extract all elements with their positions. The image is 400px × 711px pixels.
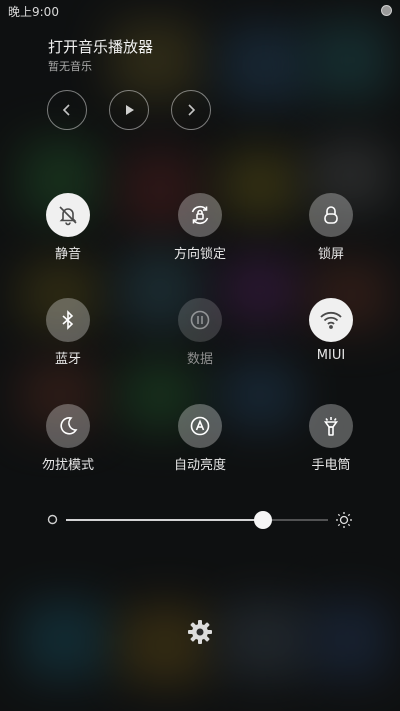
toggle-rotation-lock[interactable]: 方向锁定 <box>150 193 250 262</box>
mute-toggle-circle[interactable] <box>46 193 90 237</box>
mobile-data-icon <box>190 310 210 330</box>
bluetooth-label: 蓝牙 <box>54 352 81 367</box>
mobile-data-toggle-circle[interactable] <box>178 298 222 342</box>
play-button[interactable] <box>109 90 149 130</box>
do-not-disturb-label: 勿扰模式 <box>41 458 94 473</box>
next-button[interactable] <box>171 90 211 130</box>
auto-brightness-toggle-circle[interactable] <box>178 404 222 448</box>
bluetooth-icon <box>62 310 74 330</box>
wifi-toggle-circle[interactable] <box>309 298 353 342</box>
auto-brightness-label: 自动亮度 <box>173 458 226 473</box>
toggle-do-not-disturb[interactable]: 勿扰模式 <box>18 404 118 473</box>
bluetooth-toggle-circle[interactable] <box>46 298 90 342</box>
toggle-mobile-data[interactable]: 数据 <box>150 298 250 367</box>
status-time: 晚上9:00 <box>8 5 59 19</box>
status-bar: 晚上9:00 <box>0 0 400 22</box>
lock-screen-label: 锁屏 <box>317 247 344 262</box>
do-not-disturb-toggle-circle[interactable] <box>46 404 90 448</box>
brightness-slider-thumb[interactable] <box>254 511 272 529</box>
status-indicator-icon <box>381 5 392 16</box>
previous-icon <box>62 104 70 116</box>
rotation-lock-label: 方向锁定 <box>173 247 226 262</box>
toggle-wifi[interactable]: MIUI <box>281 298 381 363</box>
brightness-slider-fill <box>66 519 263 521</box>
mobile-data-label: 数据 <box>186 352 213 367</box>
rotation-lock-icon <box>191 205 209 225</box>
play-icon <box>126 105 134 115</box>
mute-label: 静音 <box>54 247 81 262</box>
toggle-flashlight[interactable]: 手电筒 <box>281 404 381 473</box>
toggle-bluetooth[interactable]: 蓝牙 <box>18 298 118 367</box>
rotation-lock-toggle-circle[interactable] <box>178 193 222 237</box>
auto-brightness-icon <box>190 416 210 436</box>
music-player-subtitle: 暂无音乐 <box>48 60 92 73</box>
lock-icon <box>324 206 338 224</box>
brightness-high-icon <box>336 512 352 528</box>
toggle-auto-brightness[interactable]: 自动亮度 <box>150 404 250 473</box>
moon-icon <box>60 417 78 435</box>
bell-off-icon <box>59 206 77 226</box>
next-icon <box>188 104 196 116</box>
toggle-mute[interactable]: 静音 <box>18 193 118 262</box>
lock-screen-toggle-circle[interactable] <box>309 193 353 237</box>
brightness-slider[interactable] <box>66 511 328 529</box>
flashlight-icon <box>323 417 339 436</box>
brightness-low-icon <box>47 514 58 525</box>
settings-gear-icon[interactable] <box>187 619 213 645</box>
previous-button[interactable] <box>47 90 87 130</box>
wifi-icon <box>320 311 342 329</box>
music-player-title[interactable]: 打开音乐播放器 <box>48 36 153 57</box>
wifi-label: MIUI <box>316 348 346 363</box>
toggle-lock-screen[interactable]: 锁屏 <box>281 193 381 262</box>
flashlight-toggle-circle[interactable] <box>309 404 353 448</box>
flashlight-label: 手电筒 <box>311 458 351 473</box>
